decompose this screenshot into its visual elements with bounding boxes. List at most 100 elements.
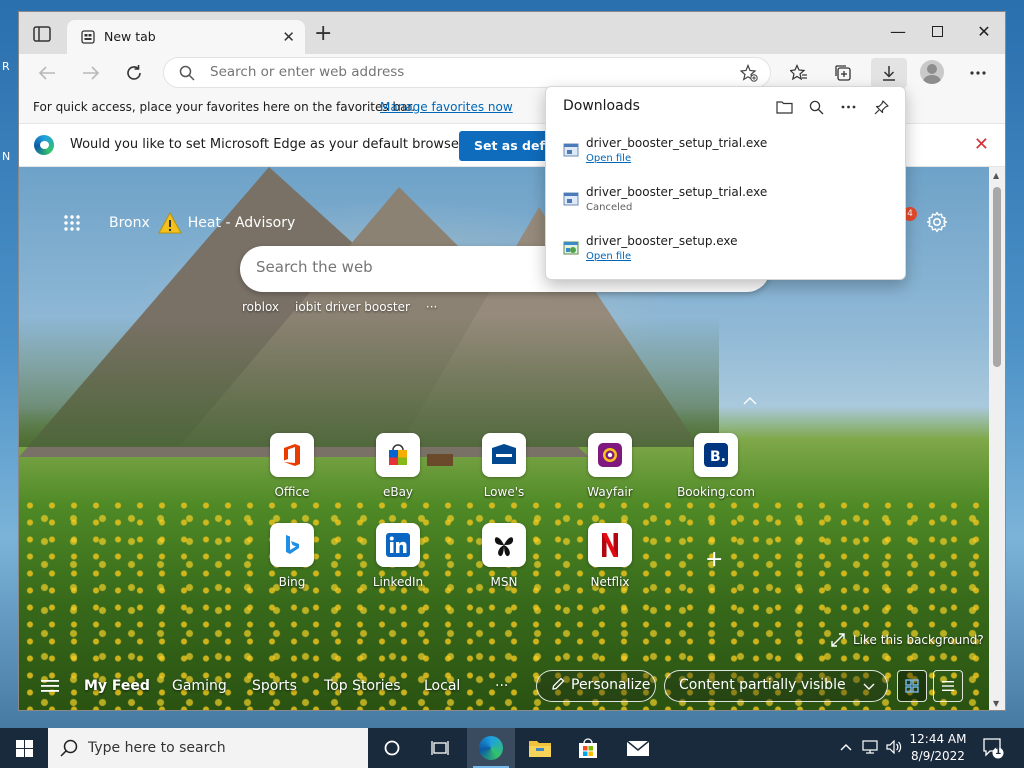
show-hidden-icons-chevron-icon[interactable] [840, 740, 852, 754]
pencil-icon [552, 677, 565, 690]
taskbar-search-placeholder: Type here to search [88, 740, 226, 756]
desktop-icon-label-fragment: R [2, 60, 10, 73]
back-button[interactable] [33, 60, 61, 86]
quick-link-netflix[interactable]: Netflix [565, 523, 655, 589]
feed-more-button[interactable]: ··· [495, 678, 508, 694]
scrollbar-thumb[interactable] [993, 187, 1001, 367]
taskbar-mail-button[interactable] [614, 728, 662, 768]
mail-envelope-icon [626, 739, 650, 756]
taskbar-search-box[interactable]: Type here to search [48, 728, 368, 768]
clock-date: 8/9/2022 [911, 749, 965, 763]
quick-link-msn[interactable]: MSN [459, 523, 549, 589]
netflix-logo-icon[interactable] [588, 523, 632, 567]
task-view-button[interactable] [416, 728, 464, 768]
add-quick-link-button[interactable]: + [705, 547, 723, 572]
edge-logo-icon [479, 736, 503, 760]
content-visibility-dropdown[interactable]: Content partially visible [664, 670, 888, 702]
office-logo-icon[interactable] [270, 433, 314, 477]
open-file-link[interactable]: Open file [586, 153, 631, 164]
list-view-button[interactable] [933, 670, 963, 702]
refresh-button[interactable] [120, 60, 148, 86]
clock-time: 12:44 AM [909, 732, 967, 746]
profile-avatar[interactable] [920, 60, 944, 84]
close-tab-icon[interactable]: ✕ [282, 28, 295, 46]
collections-button[interactable] [829, 60, 857, 86]
quick-link-lowes[interactable]: Lowe's [459, 433, 549, 499]
downloads-more-options-icon[interactable] [838, 97, 858, 117]
manage-favorites-link[interactable]: Manage favorites now [380, 100, 513, 114]
app-launcher-icon[interactable] [63, 214, 81, 232]
weather-widget[interactable]: Bronx Heat - Advisory [109, 211, 295, 234]
feed-tab-local[interactable]: Local [424, 678, 460, 694]
taskbar-store-button[interactable] [564, 728, 612, 768]
scroll-down-arrow-icon[interactable]: ▼ [993, 699, 999, 708]
quick-link-ebay[interactable]: eBay [353, 433, 443, 499]
address-bar[interactable] [163, 57, 771, 88]
quick-link-booking[interactable]: B. Booking.com [671, 433, 761, 499]
download-file-name: driver_booster_setup_trial.exe [586, 136, 768, 150]
system-clock[interactable]: 12:44 AM 8/9/2022 [900, 731, 976, 765]
downloads-button[interactable] [871, 58, 907, 88]
action-center-button[interactable]: 1 [982, 737, 1004, 759]
svg-text:B.: B. [710, 449, 726, 465]
trending-more-button[interactable]: ··· [426, 300, 437, 314]
download-item[interactable]: driver_booster_setup.exe Open file [546, 234, 905, 280]
feed-tab-sports[interactable]: Sports [252, 678, 297, 694]
feed-tab-gaming[interactable]: Gaming [172, 678, 227, 694]
taskbar-edge-button[interactable] [467, 728, 515, 768]
quick-link-office[interactable]: Office [247, 433, 337, 499]
new-tab-button[interactable]: + [314, 21, 332, 46]
favorites-button[interactable] [785, 60, 813, 86]
search-icon [60, 739, 78, 761]
tab-actions-icon[interactable] [33, 26, 51, 42]
wayfair-logo-icon[interactable] [588, 433, 632, 477]
download-file-name: driver_booster_setup_trial.exe [586, 185, 768, 199]
quick-link-label: Office [274, 485, 310, 499]
feed-tab-my-feed[interactable]: My Feed [84, 678, 150, 694]
maximize-button[interactable] [914, 22, 960, 41]
download-item[interactable]: driver_booster_setup_trial.exe Open file [546, 136, 905, 182]
chevron-up-icon[interactable] [743, 393, 757, 409]
add-favorite-star-icon[interactable] [739, 63, 758, 86]
pin-downloads-icon[interactable] [871, 97, 891, 117]
trending-search-item[interactable]: iobit driver booster [295, 300, 410, 314]
search-downloads-icon[interactable] [806, 97, 826, 117]
feed-tab-top-stories[interactable]: Top Stories [324, 678, 401, 694]
title-bar: New tab ✕ + — ✕ [19, 12, 1005, 54]
start-button[interactable] [0, 728, 48, 768]
network-icon[interactable] [862, 740, 878, 757]
quick-link-label: Netflix [590, 575, 630, 589]
tab-new-tab[interactable]: New tab ✕ [67, 20, 305, 54]
taskbar-file-explorer-button[interactable] [516, 728, 564, 768]
address-input[interactable] [210, 64, 710, 80]
linkedin-logo-icon[interactable] [376, 523, 420, 567]
like-background-link[interactable]: Like this background? [831, 633, 984, 647]
close-infobar-icon[interactable]: ✕ [974, 134, 989, 155]
hamburger-menu-icon[interactable] [41, 679, 59, 697]
quick-link-linkedin[interactable]: LinkedIn [353, 523, 443, 589]
personalize-button[interactable]: Personalize [536, 670, 656, 702]
page-scrollbar[interactable]: ▲ ▼ [989, 167, 1005, 710]
msn-butterfly-icon[interactable] [482, 523, 526, 567]
forward-button[interactable] [77, 60, 105, 86]
scroll-up-arrow-icon[interactable]: ▲ [993, 171, 999, 180]
open-file-link[interactable]: Open file [586, 251, 631, 262]
quick-link-bing[interactable]: Bing [247, 523, 337, 589]
store-bag-icon [579, 738, 597, 758]
grid-view-button[interactable] [897, 670, 927, 702]
settings-more-button[interactable] [964, 60, 992, 86]
bing-logo-icon[interactable] [270, 523, 314, 567]
quick-link-wayfair[interactable]: Wayfair [565, 433, 655, 499]
action-center-badge: 1 [995, 747, 1002, 757]
booking-logo-icon[interactable]: B. [694, 433, 738, 477]
lowes-logo-icon[interactable] [482, 433, 526, 477]
open-downloads-folder-icon[interactable] [774, 97, 794, 117]
cortana-button[interactable] [368, 728, 416, 768]
download-item[interactable]: driver_booster_setup_trial.exe Canceled [546, 185, 905, 231]
page-settings-gear-icon[interactable] [926, 211, 948, 237]
content-visibility-value: Content partially visible [679, 677, 846, 693]
ebay-bag-icon[interactable] [376, 433, 420, 477]
weather-city: Bronx [109, 215, 150, 231]
trending-search-item[interactable]: roblox [242, 300, 279, 314]
close-window-button[interactable]: ✕ [961, 22, 1005, 41]
